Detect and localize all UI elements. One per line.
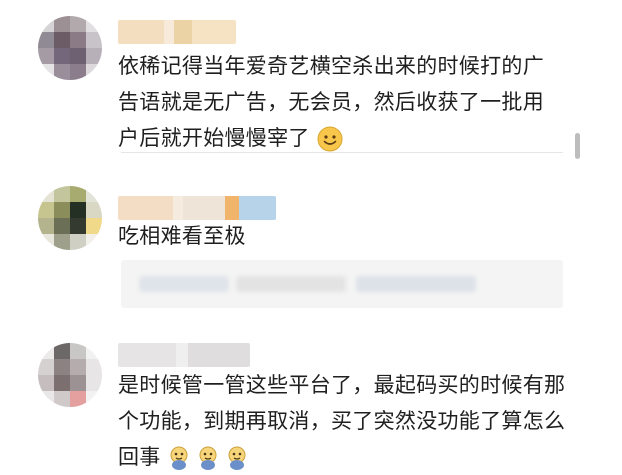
comment-item[interactable]: 是时候管一管这些平台了，最起码买的时候有那 个功能，到期再取消，买了突然没功能了… xyxy=(0,335,622,470)
comment-item[interactable]: 依稀记得当年爱奇艺横空杀出来的时候打的广 告语就是无广告，无会员，然后收获了一批… xyxy=(0,0,622,170)
username-blurred[interactable] xyxy=(118,196,276,220)
username-blurred[interactable] xyxy=(118,20,236,44)
scrollbar[interactable] xyxy=(575,133,580,159)
avatar-mosaic xyxy=(38,186,102,250)
comment-line: 告语就是无广告，无会员，然后收获了一批用 xyxy=(118,90,544,114)
comment-thread: 依稀记得当年爱奇艺横空杀出来的时候打的广 告语就是无广告，无会员，然后收获了一批… xyxy=(0,0,622,470)
reply-text-blurred xyxy=(356,276,476,292)
comment-line: 户后就开始慢慢宰了 xyxy=(118,120,576,156)
comment-text: 吃相难看至极 xyxy=(118,218,576,254)
comment-line: 吃相难看至极 xyxy=(118,224,246,248)
divider xyxy=(121,152,563,153)
doge-emoji-icon xyxy=(168,445,190,471)
comment-line: 个功能，到期再取消，买了突然没功能了算怎么 xyxy=(118,409,566,433)
reply-text-blurred xyxy=(139,276,229,292)
smile-emoji-icon xyxy=(317,126,343,152)
avatar-mosaic xyxy=(38,16,102,80)
avatar-mosaic xyxy=(38,343,102,407)
reply-text-blurred xyxy=(236,276,346,292)
username-blurred[interactable] xyxy=(118,343,250,367)
comment-line: 依稀记得当年爱奇艺横空杀出来的时候打的广 xyxy=(118,54,544,78)
doge-emoji-icon xyxy=(197,445,219,471)
avatar[interactable] xyxy=(38,343,102,407)
avatar[interactable] xyxy=(38,16,102,80)
avatar[interactable] xyxy=(38,186,102,250)
comment-text: 依稀记得当年爱奇艺横空杀出来的时候打的广 告语就是无广告，无会员，然后收获了一批… xyxy=(118,48,576,156)
comment-line-text: 户后就开始慢慢宰了 xyxy=(118,126,310,150)
reply-preview[interactable] xyxy=(121,260,563,308)
doge-emoji-icon xyxy=(226,445,248,471)
comment-line: 是时候管一管这些平台了，最起码买的时候有那 xyxy=(118,373,566,397)
comment-item[interactable]: 吃相难看至极 xyxy=(0,178,622,328)
comment-text: 是时候管一管这些平台了，最起码买的时候有那 个功能，到期再取消，买了突然没功能了… xyxy=(118,367,576,475)
comment-line-text: 回事 xyxy=(118,445,161,469)
